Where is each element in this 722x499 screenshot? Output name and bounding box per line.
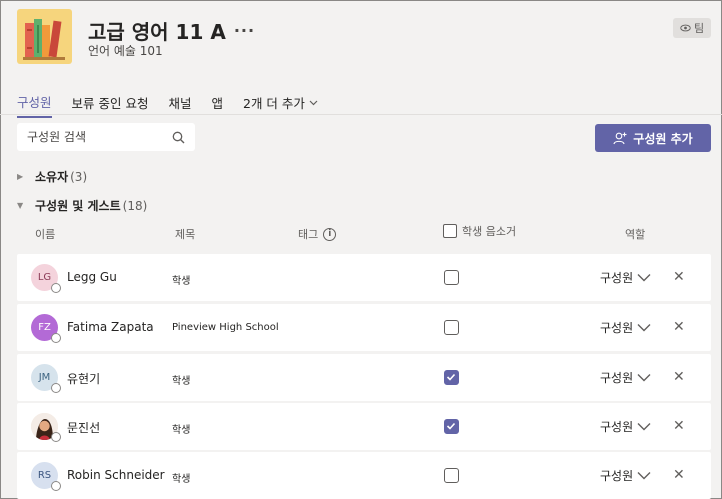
members-count: (18) bbox=[122, 198, 148, 213]
more-options-icon[interactable]: ··· bbox=[234, 21, 255, 40]
member-title: 학생 bbox=[172, 425, 191, 436]
column-tags: 태그 i bbox=[298, 226, 337, 242]
table-row: 문진선 학생 구성원 ✕ bbox=[17, 403, 711, 450]
presence-icon bbox=[51, 333, 61, 343]
owners-section-toggle[interactable]: ▶ 소유자 (3) bbox=[17, 168, 87, 185]
remove-member-close-icon[interactable]: ✕ bbox=[673, 319, 685, 335]
tabs-divider bbox=[0, 114, 722, 115]
presence-icon bbox=[51, 432, 61, 442]
presence-icon bbox=[51, 481, 61, 491]
member-name: Robin Schneider bbox=[67, 468, 165, 482]
team-badge[interactable]: 팀 bbox=[673, 18, 711, 38]
role-dropdown[interactable]: 구성원 bbox=[600, 319, 651, 336]
role-dropdown[interactable]: 구성원 bbox=[600, 467, 651, 484]
column-name: 이름 bbox=[35, 228, 56, 241]
chevron-down-icon bbox=[637, 274, 651, 282]
role-dropdown[interactable]: 구성원 bbox=[600, 369, 651, 386]
member-name: Fatima Zapata bbox=[67, 320, 154, 334]
mute-checkbox[interactable] bbox=[444, 419, 459, 434]
info-icon[interactable]: i bbox=[323, 227, 337, 241]
mute-checkbox[interactable] bbox=[444, 320, 459, 335]
role-dropdown[interactable]: 구성원 bbox=[600, 269, 651, 286]
chevron-down-icon bbox=[637, 472, 651, 480]
team-logo bbox=[17, 9, 72, 64]
chevron-down-icon bbox=[637, 374, 651, 382]
members-section-toggle[interactable]: ▼ 구성원 및 게스트 (18) bbox=[17, 197, 147, 214]
mute-checkbox[interactable] bbox=[444, 370, 459, 385]
remove-member-close-icon[interactable]: ✕ bbox=[673, 467, 685, 483]
member-title: 학생 bbox=[172, 474, 191, 485]
chevron-down-icon bbox=[309, 100, 318, 105]
member-name: 문진선 bbox=[67, 421, 101, 435]
eye-icon bbox=[680, 24, 691, 32]
table-row: JM 유현기 학생 구성원 ✕ bbox=[17, 354, 711, 401]
team-subtitle: 언어 예술 101 bbox=[88, 44, 163, 58]
column-title: 제목 bbox=[175, 228, 196, 241]
chevron-right-icon: ▶ bbox=[17, 172, 24, 181]
chevron-down-icon: ▼ bbox=[17, 201, 24, 210]
search-icon[interactable] bbox=[172, 131, 185, 144]
remove-member-close-icon[interactable]: ✕ bbox=[673, 269, 685, 285]
search-input[interactable] bbox=[27, 130, 172, 144]
column-role: 역할 bbox=[625, 228, 646, 241]
add-member-button[interactable]: 구성원 추가 bbox=[595, 124, 711, 152]
checkmark-icon bbox=[446, 422, 456, 430]
add-person-icon bbox=[613, 132, 627, 144]
owners-count: (3) bbox=[70, 169, 88, 184]
remove-member-close-icon[interactable]: ✕ bbox=[673, 369, 685, 385]
team-title: 고급 영어 11 A ··· bbox=[88, 16, 255, 45]
column-mute-students: 학생 음소거 bbox=[443, 223, 516, 239]
member-title: 학생 bbox=[172, 376, 191, 387]
member-name: Legg Gu bbox=[67, 270, 117, 284]
member-title: 학생 bbox=[172, 276, 191, 287]
mute-checkbox[interactable] bbox=[444, 468, 459, 483]
mute-all-checkbox[interactable] bbox=[443, 224, 457, 238]
checkmark-icon bbox=[446, 373, 456, 381]
role-dropdown[interactable]: 구성원 bbox=[600, 418, 651, 435]
remove-member-close-icon[interactable]: ✕ bbox=[673, 418, 685, 434]
chevron-down-icon bbox=[637, 423, 651, 431]
members-label: 구성원 및 게스트 bbox=[35, 199, 121, 213]
presence-icon bbox=[51, 283, 61, 293]
search-box[interactable] bbox=[17, 123, 195, 151]
team-name: 고급 영어 11 A bbox=[88, 20, 226, 44]
table-row: LG Legg Gu 학생 구성원 ✕ bbox=[17, 254, 711, 301]
member-name: 유현기 bbox=[67, 372, 101, 386]
owners-label: 소유자 bbox=[35, 170, 69, 184]
table-row: RS Robin Schneider 학생 구성원 ✕ bbox=[17, 452, 711, 499]
presence-icon bbox=[51, 383, 61, 393]
member-title: Pineview High School bbox=[172, 322, 279, 333]
mute-checkbox[interactable] bbox=[444, 270, 459, 285]
table-row: FZ Fatima Zapata Pineview High School 구성… bbox=[17, 304, 711, 351]
chevron-down-icon bbox=[637, 324, 651, 332]
